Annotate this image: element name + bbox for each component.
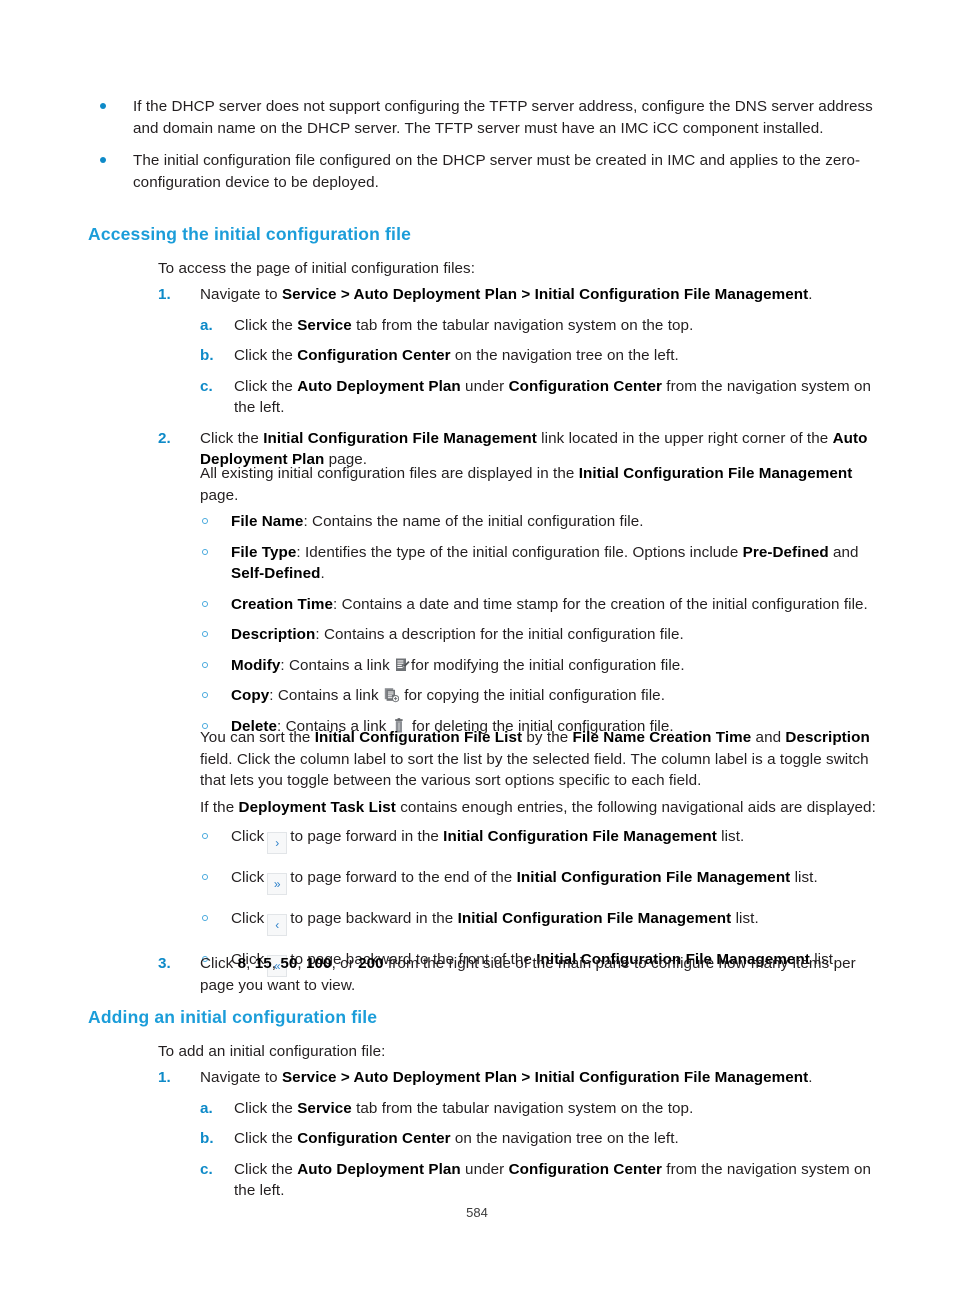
accessing-steps: 1. Navigate to Service > Auto Deployment… [158,284,878,480]
list-item: Description: Contains a description for … [200,624,878,646]
substep-text: Click the Auto Deployment Plan under Con… [234,377,872,417]
numbered-list: 1. Navigate to Service > Auto Deployment… [158,1067,878,1202]
substep-marker: c. [200,1160,213,1178]
list-item: a. Click the Service tab from the tabula… [200,315,878,337]
list-item: b. Click the Configuration Center on the… [200,345,878,367]
adding-lead-text: To add an initial configuration file: [158,1043,386,1060]
field-text: Copy: Contains a link [231,687,383,704]
substep-marker: b. [200,1130,214,1147]
list-item: File Type: Identifies the type of the in… [200,542,878,585]
list-item: Creation Time: Contains a date and time … [200,594,878,616]
circle-bullet-icon [202,631,208,637]
numbered-list: 1. Navigate to Service > Auto Deployment… [158,284,878,471]
page-number: 584 [466,1205,488,1220]
lettered-sublist: a. Click the Service tab from the tabula… [200,1098,878,1202]
list-item: 3. Click 8, 15, 50, 100, or 200 from the… [158,953,878,996]
page-last-button[interactable]: » [267,873,288,895]
substep-text: Click the Auto Deployment Plan under Con… [234,1160,872,1200]
circle-bullet-icon [202,915,208,921]
field-text: File Type: Identifies the type of the in… [231,543,859,583]
list-item: Click» to page forward to the end of the … [200,867,890,895]
modify-icon [395,657,410,673]
accessing-lead-text: To access the page of initial configurat… [158,260,476,277]
bullet-text: If the DHCP server does not support conf… [133,98,873,137]
adding-steps: 1. Navigate to Service > Auto Deployment… [158,1067,878,1211]
substep-marker: a. [200,316,213,334]
list-item: 1. Navigate to Service > Auto Deployment… [158,284,878,419]
circle-bullet-icon [202,661,208,668]
nav-aid-text: to page forward in the Initial Configura… [290,828,745,845]
field-text: File Name: Contains the name of the init… [231,513,644,530]
step-text: Navigate to Service > Auto Deployment Pl… [200,286,813,303]
accessing-step3: 3. Click 8, 15, 50, 100, or 200 from the… [158,953,878,996]
nav-aid-text: to page forward to the end of the Initia… [290,869,818,886]
circle-bullet-icon [202,692,208,698]
click-label: Click [231,910,265,927]
field-text: Modify: Contains a link [231,656,395,674]
circle-bullet-icon [202,874,208,880]
bullet-dot-icon [100,103,106,109]
substep-text: Click the Configuration Center on the na… [234,347,679,364]
circle-bullet-list: File Name: Contains the name of the init… [200,511,878,737]
document-page: If the DHCP server does not support conf… [0,0,954,1296]
substep-text: Click the Configuration Center on the na… [234,1130,679,1147]
copy-icon [384,687,399,703]
displayed-paragraph: All existing initial configuration files… [200,465,853,504]
field-text-tail: for modifying the initial configuration … [411,656,685,674]
step-text: Navigate to Service > Auto Deployment Pl… [200,1069,813,1086]
substep-marker: a. [200,1099,213,1117]
field-text: Creation Time: Contains a date and time … [231,595,868,613]
page-backward-button[interactable]: ‹ [267,914,288,936]
circle-bullet-icon [202,833,208,839]
lettered-sublist: a. Click the Service tab from the tabula… [200,315,878,419]
substep-text: Click the Service tab from the tabular n… [234,1099,694,1117]
list-item: c. Click the Auto Deployment Plan under … [200,376,878,419]
circle-bullet-icon [202,518,208,524]
step-text: Click 8, 15, 50, 100, or 200 from the ri… [200,955,856,994]
section-heading-adding: Adding an initial configuration file [88,1007,878,1028]
intro-bullet-section: If the DHCP server does not support conf… [88,96,878,204]
list-item: Modify: Contains a link for modifying th… [200,655,878,677]
list-item: 1. Navigate to Service > Auto Deployment… [158,1067,878,1202]
field-text-tail: for copying the initial configuration fi… [399,687,665,704]
substep-marker: c. [200,377,213,395]
circle-bullet-icon [202,600,208,607]
click-label: Click [231,828,265,845]
field-description-list: File Name: Contains the name of the init… [200,511,878,746]
list-item: The initial configuration file configure… [88,150,878,193]
intro-bullet-list: If the DHCP server does not support conf… [88,96,878,193]
page-heading: Adding an initial configuration file [88,1007,378,1027]
page-forward-button[interactable]: › [267,832,288,854]
bullet-text: The initial configuration file configure… [133,152,861,191]
list-item: Click ‹ to page backward in the Initial Co… [200,908,890,936]
list-item: a. Click the Service tab from the tabula… [200,1098,878,1120]
list-item: Click › to page forward in the Initial Con… [200,826,890,854]
click-label: Click [231,869,265,886]
nav-aids-lead: If the Deployment Task List contains eno… [200,799,876,816]
step-marker: 3. [158,955,171,972]
step-marker: 2. [158,429,171,447]
sort-paragraph: You can sort the Initial Configuration F… [200,729,870,789]
numbered-list: 3. Click 8, 15, 50, 100, or 200 from the… [158,953,878,996]
nav-aid-text: to page backward in the Initial Configur… [290,910,759,927]
list-item: c. Click the Auto Deployment Plan under … [200,1159,878,1202]
step-marker: 1. [158,286,171,303]
list-item: If the DHCP server does not support conf… [88,96,878,139]
step-marker: 1. [158,1069,171,1086]
bullet-dot-icon [100,157,106,163]
list-item: Copy: Contains a link for copying the in… [200,685,878,707]
section-heading-accessing: Accessing the initial configuration file [88,224,878,245]
field-text: Description: Contains a description for … [231,626,684,643]
page-heading: Accessing the initial configuration file [88,224,412,244]
list-item: File Name: Contains the name of the init… [200,511,878,533]
substep-marker: b. [200,347,214,364]
list-item: b. Click the Configuration Center on the… [200,1128,878,1150]
circle-bullet-icon [202,548,208,555]
substep-text: Click the Service tab from the tabular n… [234,316,694,334]
